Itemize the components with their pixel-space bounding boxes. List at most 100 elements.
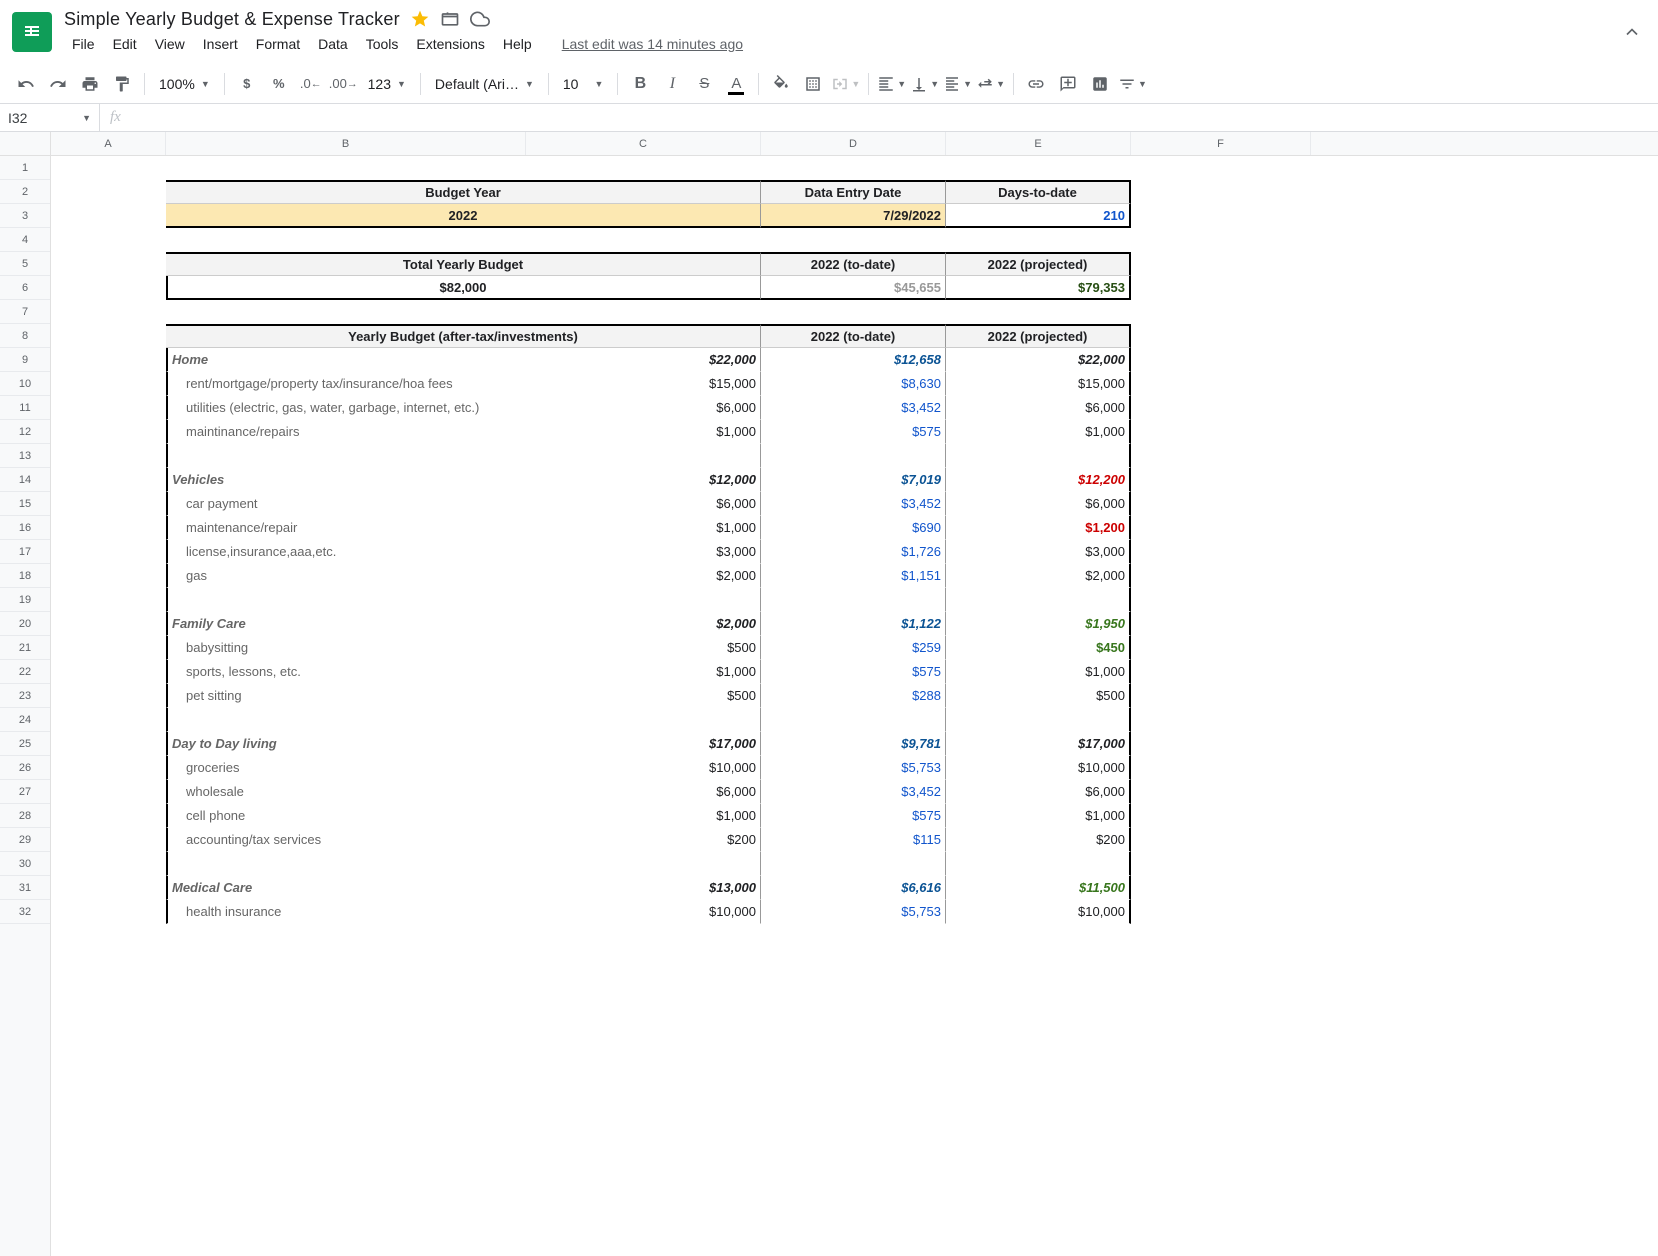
row-header[interactable]: 7 [0,300,50,324]
borders-icon[interactable] [799,70,827,98]
todate-header[interactable]: 2022 (to-date) [761,324,946,348]
cell[interactable] [1131,900,1311,924]
cell[interactable] [761,300,946,324]
budget-year-header[interactable]: Budget Year [166,180,761,204]
row-header[interactable]: 24 [0,708,50,732]
cell[interactable] [1131,516,1311,540]
item-budget[interactable]: $500 [526,636,761,660]
move-icon[interactable] [440,9,460,29]
item-todate[interactable]: $259 [761,636,946,660]
cell[interactable] [1131,420,1311,444]
data-entry-date-header[interactable]: Data Entry Date [761,180,946,204]
row-header[interactable]: 14 [0,468,50,492]
item-budget[interactable]: $1,000 [526,804,761,828]
projected-header[interactable]: 2022 (projected) [946,324,1131,348]
cell[interactable] [51,660,166,684]
cell[interactable] [1131,252,1311,276]
item-budget[interactable]: $1,000 [526,660,761,684]
item-projected[interactable]: $500 [946,684,1131,708]
item-projected[interactable]: $10,000 [946,756,1131,780]
cell[interactable] [51,204,166,228]
item-todate[interactable]: $115 [761,828,946,852]
cell[interactable] [51,276,166,300]
cell[interactable] [1131,276,1311,300]
item-todate[interactable]: $3,452 [761,492,946,516]
cell[interactable] [1131,876,1311,900]
cell[interactable] [1131,588,1311,612]
select-all-corner[interactable] [0,132,50,156]
yearly-budget-header[interactable]: Yearly Budget (after-tax/investments) [166,324,761,348]
cell[interactable] [1131,396,1311,420]
bold-icon[interactable]: B [626,70,654,98]
category-budget[interactable]: $22,000 [526,348,761,372]
item-todate[interactable]: $288 [761,684,946,708]
formula-input[interactable] [131,104,1658,131]
last-edit-link[interactable]: Last edit was 14 minutes ago [554,32,751,56]
cell[interactable] [946,300,1131,324]
menu-extensions[interactable]: Extensions [408,32,492,56]
cell[interactable] [946,708,1131,732]
cell[interactable] [166,588,526,612]
category-projected[interactable]: $22,000 [946,348,1131,372]
projected-header[interactable]: 2022 (projected) [946,252,1131,276]
category-label[interactable]: Home [166,348,526,372]
cell[interactable] [1131,636,1311,660]
item-projected[interactable]: $1,000 [946,660,1131,684]
cell[interactable] [51,900,166,924]
category-label[interactable]: Day to Day living [166,732,526,756]
item-label[interactable]: utilities (electric, gas, water, garbage… [166,396,526,420]
category-todate[interactable]: $1,122 [761,612,946,636]
item-todate[interactable]: $8,630 [761,372,946,396]
row-header[interactable]: 9 [0,348,50,372]
paint-format-icon[interactable] [108,70,136,98]
item-projected[interactable]: $200 [946,828,1131,852]
item-projected[interactable]: $1,000 [946,420,1131,444]
filter-icon[interactable]: ▼ [1118,70,1147,98]
cell[interactable] [166,852,526,876]
row-header[interactable]: 6 [0,276,50,300]
item-budget[interactable]: $2,000 [526,564,761,588]
text-wrap-icon[interactable]: ▼ [943,70,972,98]
category-projected[interactable]: $12,200 [946,468,1131,492]
item-budget[interactable]: $500 [526,684,761,708]
item-budget[interactable]: $10,000 [526,756,761,780]
cell[interactable] [51,732,166,756]
days-to-date-value[interactable]: 210 [946,204,1131,228]
cell[interactable] [1131,804,1311,828]
menu-insert[interactable]: Insert [195,32,246,56]
row-header[interactable]: 22 [0,660,50,684]
item-label[interactable]: license,insurance,aaa,etc. [166,540,526,564]
cell[interactable] [51,420,166,444]
category-projected[interactable]: $11,500 [946,876,1131,900]
cell[interactable] [1131,540,1311,564]
cell[interactable] [946,156,1131,180]
cell[interactable] [51,156,166,180]
cell[interactable] [51,588,166,612]
font-dropdown[interactable]: Default (Ari…▼ [429,76,540,92]
increase-decimal-icon[interactable]: .00→ [329,70,358,98]
item-label[interactable]: maintenance/repair [166,516,526,540]
cell[interactable] [51,228,166,252]
row-header[interactable]: 28 [0,804,50,828]
category-projected[interactable]: $1,950 [946,612,1131,636]
menu-format[interactable]: Format [248,32,308,56]
cell[interactable] [1131,684,1311,708]
cell[interactable] [1131,828,1311,852]
text-color-icon[interactable]: A [722,70,750,98]
cell[interactable] [761,588,946,612]
row-header[interactable]: 2 [0,180,50,204]
category-label[interactable]: Vehicles [166,468,526,492]
redo-icon[interactable] [44,70,72,98]
cell[interactable] [1131,468,1311,492]
item-label[interactable]: accounting/tax services [166,828,526,852]
item-budget[interactable]: $3,000 [526,540,761,564]
category-todate[interactable]: $7,019 [761,468,946,492]
projected-total-value[interactable]: $79,353 [946,276,1131,300]
cell[interactable] [526,300,761,324]
todate-total-value[interactable]: $45,655 [761,276,946,300]
cell[interactable] [946,444,1131,468]
category-label[interactable]: Medical Care [166,876,526,900]
row-header[interactable]: 10 [0,372,50,396]
item-budget[interactable]: $15,000 [526,372,761,396]
cell[interactable] [1131,732,1311,756]
